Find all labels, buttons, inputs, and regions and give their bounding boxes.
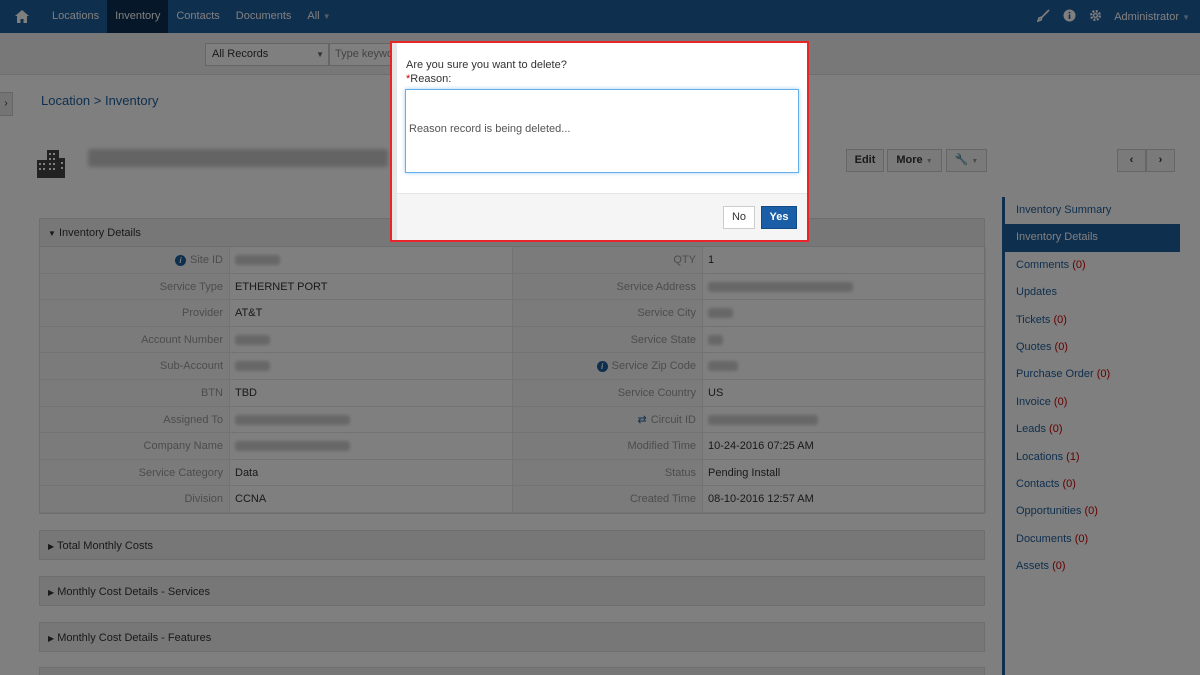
reason-label-text: Reason: [410, 73, 452, 85]
dialog-question: Are you sure you want to delete? [406, 59, 567, 71]
no-button[interactable]: No [723, 206, 755, 229]
dialog-footer: No Yes [397, 193, 807, 240]
delete-confirm-dialog: Are you sure you want to delete? *Reason… [390, 41, 809, 242]
reason-textarea[interactable] [405, 89, 799, 173]
yes-button[interactable]: Yes [761, 206, 797, 229]
reason-label: *Reason: [406, 73, 451, 85]
